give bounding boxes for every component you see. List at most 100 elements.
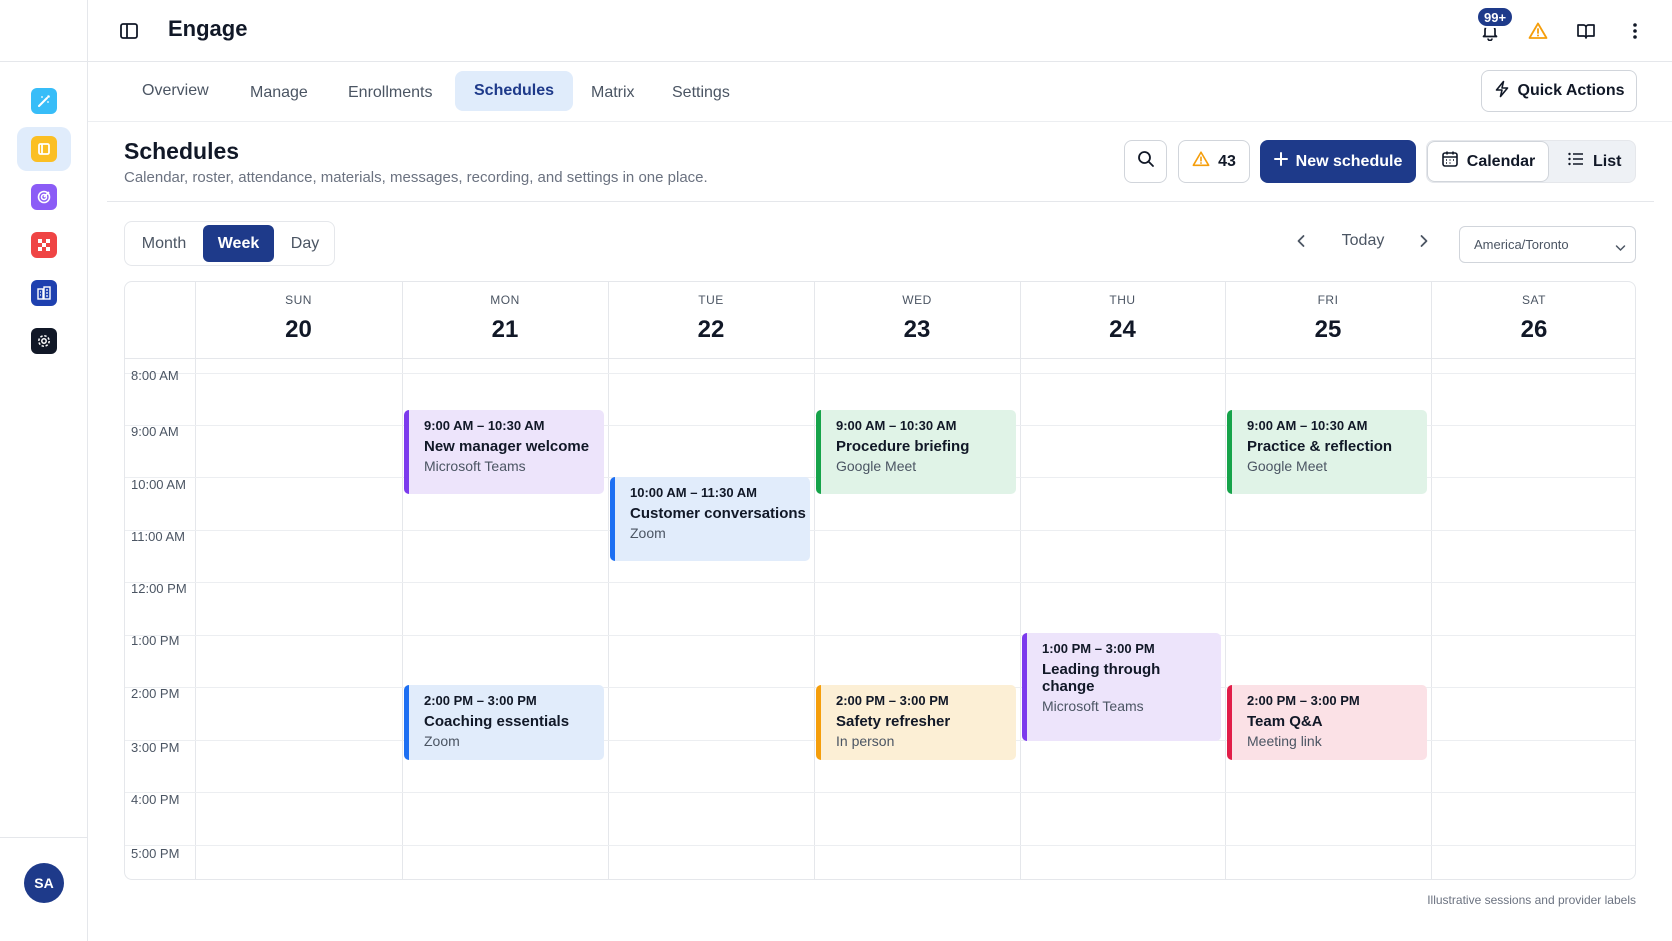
rail-app-wand[interactable]: [17, 79, 71, 123]
day-number: 24: [1109, 316, 1136, 343]
time-label: 10:00 AM: [131, 477, 186, 492]
day-header-tue[interactable]: TUE 22: [608, 282, 814, 359]
list-icon: [1567, 151, 1585, 172]
hour-line: [125, 792, 1635, 793]
day-number: 26: [1520, 316, 1548, 343]
timezone-select[interactable]: America/Toronto: [1459, 226, 1636, 263]
hour-line: [125, 530, 1635, 531]
warning-count: 43: [1218, 152, 1236, 170]
new-schedule-button[interactable]: New schedule: [1260, 140, 1416, 183]
quick-actions-label: Quick Actions: [1517, 82, 1625, 99]
event-location: Microsoft Teams: [424, 458, 526, 474]
day-header-mon[interactable]: MON 21: [402, 282, 608, 359]
tab-overview[interactable]: Overview: [123, 71, 228, 111]
settings-icon: [31, 328, 57, 354]
event-time: 2:00 PM – 3:00 PM: [1247, 693, 1360, 708]
tab-manage[interactable]: Manage: [231, 73, 327, 113]
event-title: Customer conversations: [630, 505, 806, 522]
grid-icon: [31, 232, 57, 258]
tab-schedules[interactable]: Schedules: [455, 71, 574, 111]
event-card[interactable]: 9:00 AM – 10:30 AM Practice & reflection…: [1227, 410, 1427, 494]
day-name: SUN: [285, 293, 312, 307]
event-card[interactable]: 9:00 AM – 10:30 AM New manager welcome M…: [404, 410, 604, 494]
event-title: Team Q&A: [1247, 713, 1323, 730]
grid-line: [402, 282, 403, 879]
timezone-value: America/Toronto: [1474, 237, 1569, 252]
tab-enrollments[interactable]: Enrollments: [329, 73, 451, 113]
event-card[interactable]: 1:00 PM – 3:00 PM Leading through change…: [1022, 633, 1221, 741]
rail-app-building[interactable]: [17, 271, 71, 315]
day-header-wed[interactable]: WED 23: [814, 282, 1020, 359]
event-time: 9:00 AM – 10:30 AM: [424, 418, 545, 433]
day-name: WED: [902, 293, 932, 307]
event-title: New manager welcome: [424, 438, 590, 455]
event-card[interactable]: 2:00 PM – 3:00 PM Team Q&A Meeting link: [1227, 685, 1427, 760]
range-day-button[interactable]: Day: [277, 225, 333, 262]
rail-divider: [0, 837, 88, 838]
event-card[interactable]: 2:00 PM – 3:00 PM Coaching essentials Zo…: [404, 685, 604, 760]
next-week-button[interactable]: [1413, 232, 1435, 254]
rail-app-book[interactable]: [17, 127, 71, 171]
new-schedule-label: New schedule: [1295, 152, 1403, 170]
day-number: 21: [491, 316, 519, 343]
hour-line: [125, 373, 1635, 374]
calendar-view-label: Calendar: [1466, 152, 1536, 170]
event-location: Microsoft Teams: [1042, 698, 1144, 714]
previous-week-button[interactable]: [1290, 232, 1312, 254]
chevron-right-icon: [1419, 234, 1429, 253]
rail-app-settings[interactable]: [17, 319, 71, 363]
sidebar-toggle-icon[interactable]: [118, 20, 140, 42]
time-label: 8:00 AM: [131, 368, 179, 383]
tab-matrix[interactable]: Matrix: [572, 73, 654, 113]
book-icon: [31, 136, 57, 162]
event-title: Safety refresher: [836, 713, 951, 730]
grid-line: [1431, 282, 1432, 879]
day-header-thu[interactable]: THU 24: [1020, 282, 1225, 359]
event-time: 10:00 AM – 11:30 AM: [630, 485, 757, 500]
event-card[interactable]: 9:00 AM – 10:30 AM Procedure briefing Go…: [816, 410, 1016, 494]
calendar-view-button[interactable]: Calendar: [1427, 141, 1549, 182]
event-title: Procedure briefing: [836, 438, 970, 455]
wand-icon: [31, 88, 57, 114]
search-button[interactable]: [1124, 140, 1167, 183]
range-month-button[interactable]: Month: [128, 225, 200, 262]
list-view-label: List: [1593, 152, 1622, 170]
quick-actions-button[interactable]: Quick Actions: [1481, 70, 1637, 112]
avatar[interactable]: SA: [24, 863, 64, 903]
day-header-fri[interactable]: FRI 25: [1225, 282, 1431, 359]
range-week-button[interactable]: Week: [203, 225, 274, 262]
rail-app-target[interactable]: [17, 175, 71, 219]
event-location: In person: [836, 733, 895, 749]
today-button[interactable]: Today: [1328, 232, 1398, 254]
time-label: 12:00 PM: [131, 581, 187, 596]
footnote: Illustrative sessions and provider label…: [1427, 893, 1636, 907]
rail-divider: [0, 61, 88, 62]
chevron-down-icon: [1615, 240, 1626, 255]
page-title: Schedules: [124, 138, 240, 164]
notification-badge: 99+: [1476, 6, 1515, 28]
rail-app-grid[interactable]: [17, 223, 71, 267]
day-header-sun[interactable]: SUN 20: [195, 282, 402, 359]
time-label: 1:00 PM: [131, 633, 180, 648]
day-number: 23: [903, 316, 931, 343]
grid-line: [608, 282, 609, 879]
event-title: Practice & reflection: [1247, 438, 1393, 455]
grid-line: [1225, 282, 1226, 879]
time-label: 5:00 PM: [131, 846, 180, 861]
open-book-icon[interactable]: [1573, 18, 1599, 44]
event-location: Zoom: [424, 733, 460, 749]
grid-line: [1020, 282, 1021, 879]
tab-settings[interactable]: Settings: [653, 73, 749, 113]
event-card[interactable]: 10:00 AM – 11:30 AM Customer conversatio…: [610, 477, 810, 561]
target-icon: [31, 184, 57, 210]
hour-line: [125, 845, 1635, 846]
event-card[interactable]: 2:00 PM – 3:00 PM Safety refresher In pe…: [816, 685, 1016, 760]
left-rail: SA: [0, 0, 88, 941]
more-vertical-icon[interactable]: [1622, 18, 1648, 44]
time-label: 4:00 PM: [131, 792, 180, 807]
day-name: THU: [1109, 293, 1136, 307]
warning-icon[interactable]: [1525, 18, 1551, 44]
warnings-button[interactable]: 43: [1178, 140, 1250, 183]
day-header-sat[interactable]: SAT 26: [1431, 282, 1635, 359]
list-view-button[interactable]: List: [1567, 141, 1621, 182]
